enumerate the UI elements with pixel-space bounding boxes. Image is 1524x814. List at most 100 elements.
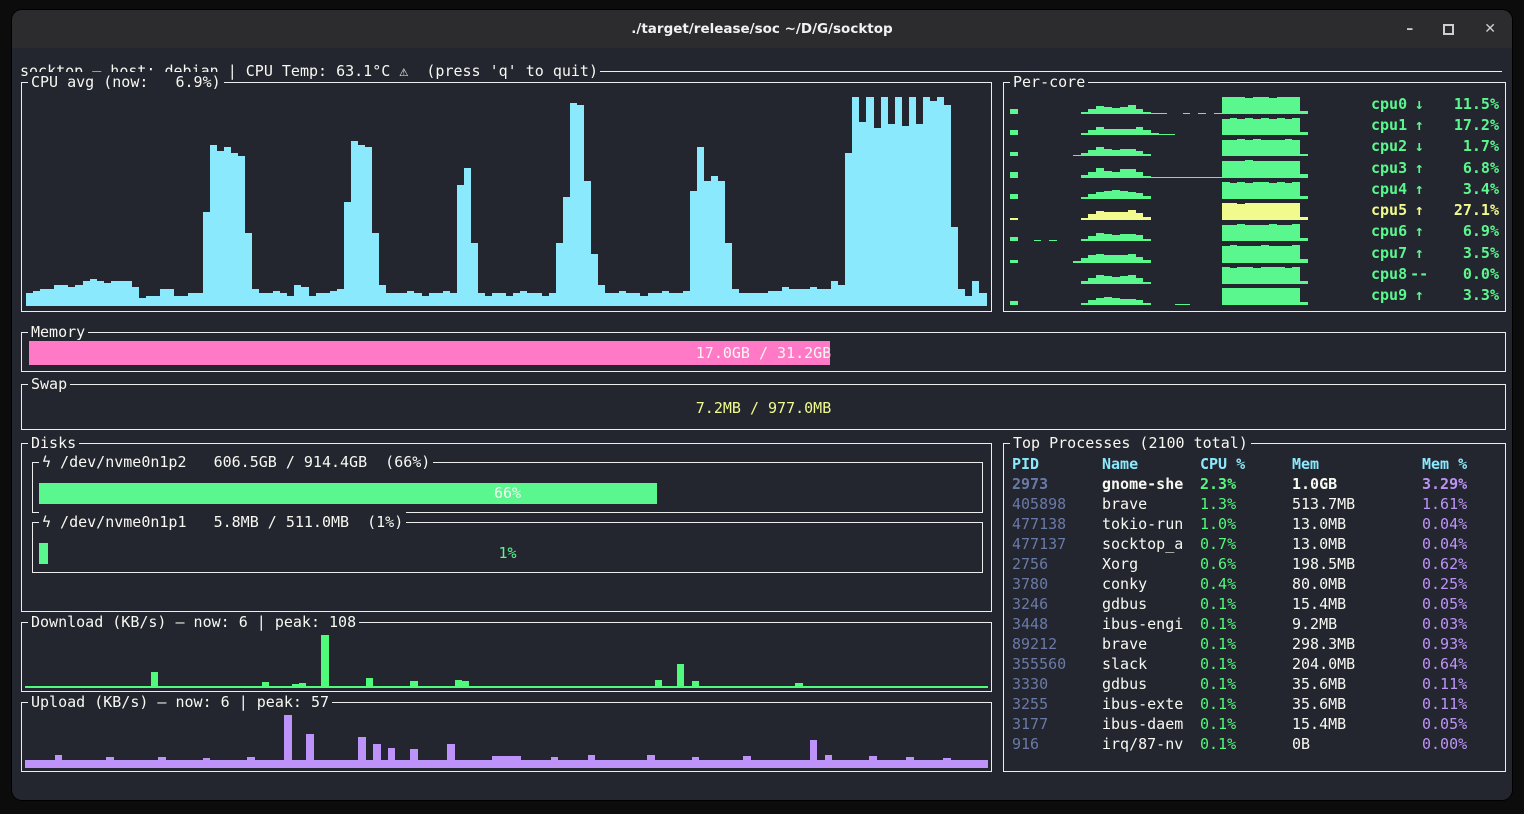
swap-gauge: 7.2MB / 977.0MB7.2MB / 977.0MB — [29, 396, 1498, 420]
arrow-down-icon: ↓ — [1407, 95, 1431, 114]
chart-bar — [1112, 190, 1120, 199]
process-row[interactable]: 3255ibus-exte0.1%35.6MB0.11% — [1012, 694, 1501, 714]
chart-bar — [106, 686, 113, 688]
chart-bar — [55, 686, 62, 688]
chart-bar — [1128, 254, 1136, 263]
chart-bar — [588, 686, 595, 688]
chart-bar — [972, 281, 979, 306]
chart-bar — [1292, 118, 1300, 135]
process-row[interactable]: 477138tokio-run1.0%13.0MB0.04% — [1012, 514, 1501, 534]
chart-bar — [1253, 203, 1261, 220]
chart-bar — [1261, 203, 1269, 220]
chart-bar — [299, 683, 306, 688]
column-header[interactable]: Mem % — [1422, 454, 1501, 474]
chart-bar — [485, 296, 492, 306]
chart-bar — [535, 293, 542, 306]
chart-bar — [259, 293, 266, 306]
process-row[interactable]: 3780conky0.4%80.0MB0.25% — [1012, 574, 1501, 594]
chart-bar — [1143, 239, 1151, 242]
chart-bar — [692, 757, 699, 768]
process-row[interactable]: 405898brave1.3%513.7MB1.61% — [1012, 494, 1501, 514]
chart-bar — [1175, 177, 1183, 178]
chart-bar — [1143, 130, 1151, 135]
titlebar[interactable]: ./target/release/soc ~/D/G/socktop – ✕ — [12, 10, 1512, 48]
column-header[interactable]: PID — [1012, 454, 1102, 474]
process-row[interactable]: 89212brave0.1%298.3MB0.93% — [1012, 634, 1501, 654]
core-sparkline — [1010, 245, 1371, 263]
column-header[interactable]: Mem — [1292, 454, 1422, 474]
chart-bar — [580, 760, 587, 768]
arrow-up-icon: ↑ — [1407, 180, 1431, 199]
chart-bar — [418, 686, 425, 688]
minimize-button[interactable]: – — [1406, 22, 1413, 36]
process-row[interactable]: 355560slack0.1%204.0MB0.64% — [1012, 654, 1501, 674]
chart-bar — [662, 686, 669, 688]
column-header[interactable]: Name — [1102, 454, 1200, 474]
core-sparkline — [1010, 138, 1371, 156]
chart-bar — [266, 293, 273, 306]
chart-bar — [129, 760, 136, 768]
terminal-screen: socktop — host: debian | CPU Temp: 63.1°… — [12, 48, 1512, 800]
process-cpu: 0.1% — [1200, 694, 1292, 714]
chart-bar — [684, 686, 691, 688]
chart-bar — [1253, 161, 1261, 177]
chart-bar — [1230, 97, 1238, 114]
arrow-down-icon: ↓ — [1407, 137, 1431, 156]
column-header[interactable]: CPU % — [1200, 454, 1292, 474]
chart-bar — [1245, 246, 1253, 263]
chart-bar — [780, 760, 787, 768]
chart-bar — [1143, 112, 1151, 114]
chart-bar — [626, 293, 633, 306]
process-mem-pct: 0.11% — [1422, 694, 1501, 714]
process-row[interactable]: 3330gdbus0.1%35.6MB0.11% — [1012, 674, 1501, 694]
chart-bar — [351, 686, 358, 688]
chart-bar — [1237, 204, 1245, 221]
process-row[interactable]: 3246gdbus0.1%15.4MB0.05% — [1012, 594, 1501, 614]
core-label: cpu5↑27.1% — [1371, 201, 1499, 220]
chart-bar — [477, 686, 484, 688]
chart-bar — [743, 686, 750, 688]
chart-bar — [761, 293, 768, 306]
process-row[interactable]: 3177ibus-daem0.1%15.4MB0.05% — [1012, 714, 1501, 734]
process-pid: 3330 — [1012, 674, 1102, 694]
chart-bar — [662, 291, 669, 306]
process-row[interactable]: 2756Xorg0.6%198.5MB0.62% — [1012, 554, 1501, 574]
chart-bar — [595, 760, 602, 768]
chart-bar — [269, 686, 276, 688]
chart-bar — [570, 103, 577, 306]
chart-bar — [75, 285, 82, 306]
chart-bar — [859, 122, 866, 306]
chart-bar — [1128, 105, 1136, 114]
chart-bar — [521, 760, 528, 768]
chart-bar — [958, 760, 965, 768]
chart-bar — [840, 686, 847, 688]
chart-bar — [188, 293, 195, 306]
process-row[interactable]: 3448ibus-engi0.1%9.2MB0.03% — [1012, 614, 1501, 634]
process-table-header: PIDNameCPU %MemMem % — [1012, 454, 1501, 474]
chart-bar — [210, 760, 217, 768]
chart-bar — [699, 760, 706, 768]
chart-bar — [1183, 177, 1191, 178]
process-row[interactable]: 916irq/87-nv0.1%0B0.00% — [1012, 734, 1501, 754]
core-label: cpu8-- 0.0% — [1371, 265, 1499, 284]
chart-bar — [1277, 118, 1285, 135]
chart-bar — [943, 758, 950, 768]
maximize-button[interactable] — [1443, 24, 1454, 35]
chart-bar — [1222, 119, 1230, 136]
chart-bar — [1300, 217, 1308, 221]
process-row[interactable]: 2973gnome-she2.3%1.0GB3.29% — [1012, 474, 1501, 494]
chart-bar — [1222, 225, 1230, 242]
chart-bar — [1261, 182, 1269, 199]
chart-bar — [1230, 288, 1238, 305]
chart-bar — [711, 176, 718, 306]
process-cpu: 0.7% — [1200, 534, 1292, 554]
chart-bar — [40, 686, 47, 688]
chart-bar — [847, 760, 854, 768]
chart-bar — [721, 686, 728, 688]
chart-bar — [217, 151, 224, 306]
chart-bar — [543, 686, 550, 688]
chart-bar — [158, 757, 165, 768]
chart-bar — [640, 686, 647, 688]
process-row[interactable]: 477137socktop_a0.7%13.0MB0.04% — [1012, 534, 1501, 554]
close-button[interactable]: ✕ — [1484, 22, 1496, 36]
